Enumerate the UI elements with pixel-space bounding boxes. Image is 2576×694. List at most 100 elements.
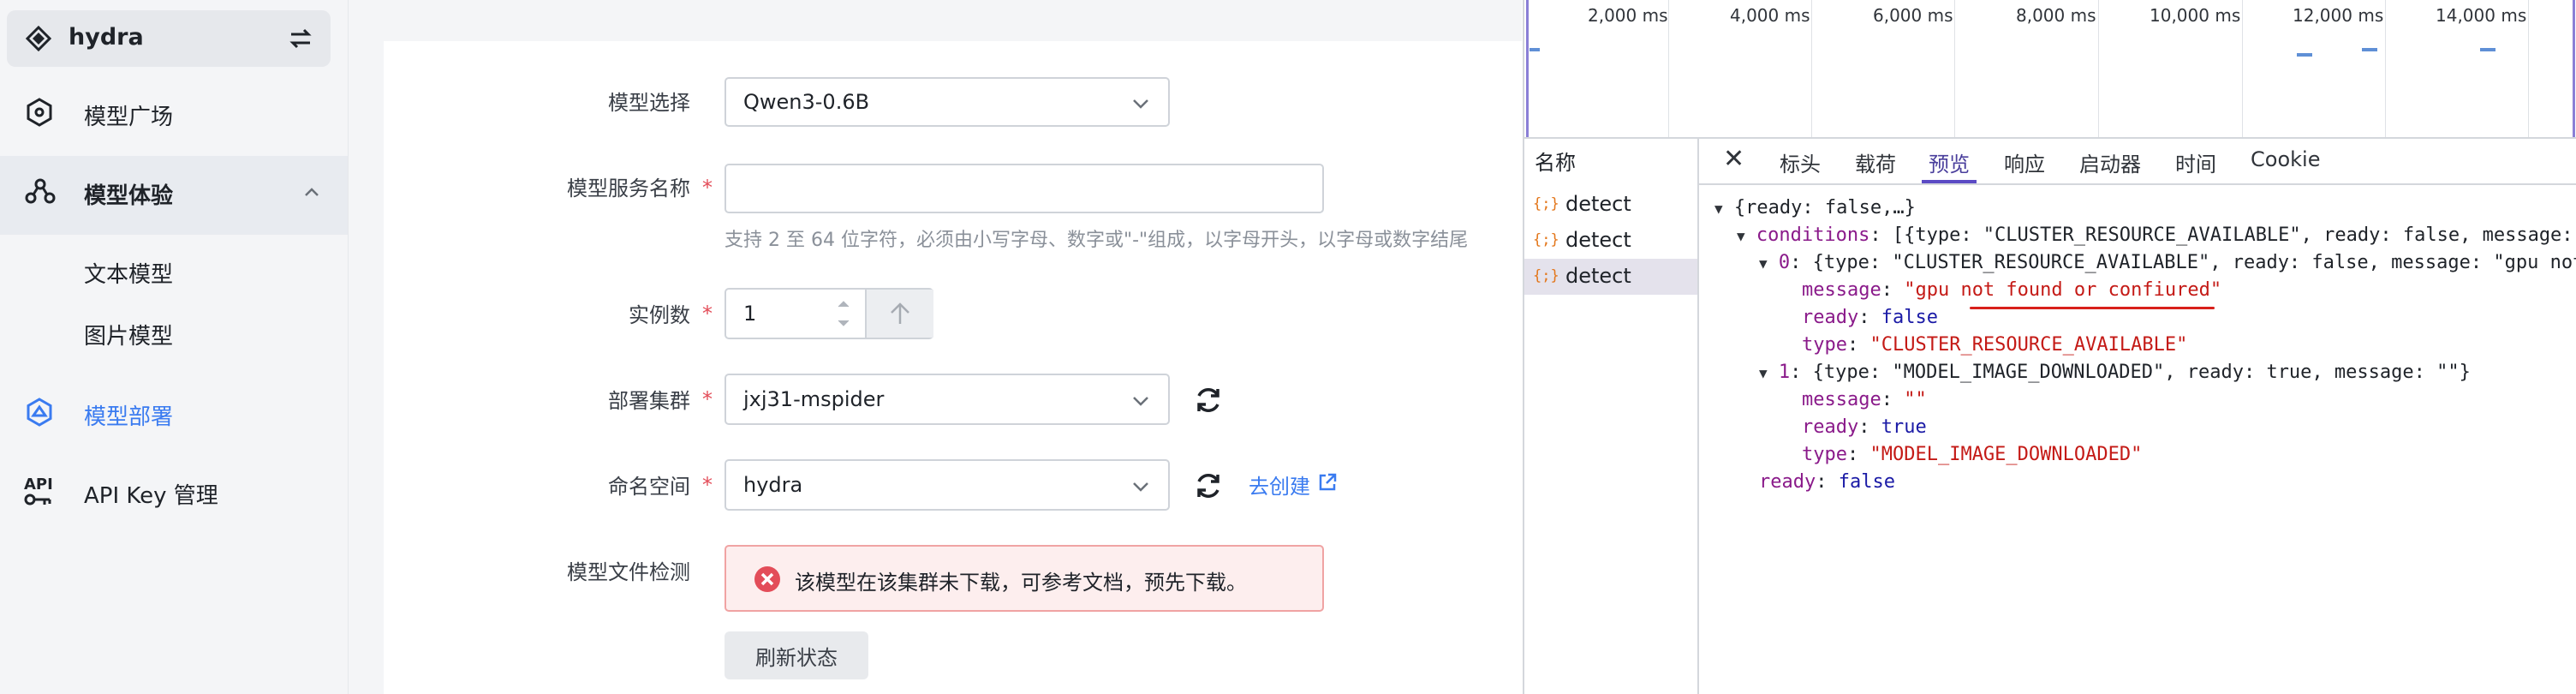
model-not-downloaded-alert: 该模型在该集群未下载，可参考文档，预先下载。 xyxy=(724,545,1324,612)
model-select-value: Qwen3-0.6B xyxy=(743,90,870,114)
tab-cookie[interactable]: Cookie xyxy=(2251,147,2320,171)
instances-label: 实例数 xyxy=(629,303,690,327)
create-namespace-link[interactable]: 去创建 xyxy=(1249,470,1338,500)
tree-condition-1[interactable]: ▼ 1: {type: "MODEL_IMAGE_DOWNLOADED", re… xyxy=(1759,362,2471,383)
sidebar: hydra 模型广场 模型体验 文本模型 图片模型 模型部署 API API K xyxy=(0,0,349,694)
sidebar-item-api-key[interactable]: API API Key 管理 xyxy=(0,473,348,514)
sidebar-item-model-experience[interactable]: 模型体验 xyxy=(0,173,348,214)
json-preview-tree: ▼ {ready: false,…} ▼ conditions: [{type:… xyxy=(1699,185,2576,694)
service-name-label: 模型服务名称 xyxy=(567,176,690,200)
tab-timing[interactable]: 时间 xyxy=(2175,147,2216,177)
name-column-header[interactable]: 名称 xyxy=(1535,146,1576,176)
tree-condition-0-message: message: "gpu not found or confiured" xyxy=(1802,279,2222,301)
sidebar-item-model-deploy[interactable]: 模型部署 xyxy=(0,394,348,435)
swap-icon[interactable] xyxy=(286,24,315,57)
request-row-selected[interactable]: {;} detect xyxy=(1524,259,1697,295)
timeline-tick-label: 4,000 ms xyxy=(1730,5,1810,26)
error-circle-icon xyxy=(754,565,781,596)
sidebar-item-label: 模型广场 xyxy=(84,104,174,130)
chevron-down-icon xyxy=(1132,473,1149,497)
expand-triangle-icon: ▼ xyxy=(1714,200,1723,217)
tree-condition-1-ready: ready: true xyxy=(1802,416,1927,438)
request-row[interactable]: {;} detect xyxy=(1524,223,1697,259)
json-icon: {;} xyxy=(1533,231,1559,248)
external-link-icon xyxy=(1317,472,1338,498)
required-mark: * xyxy=(702,176,713,200)
json-icon: {;} xyxy=(1533,195,1559,212)
sidebar-item-text-model[interactable]: 文本模型 xyxy=(84,257,173,289)
instances-stepper[interactable]: 1 xyxy=(724,288,933,339)
devtools-panel: 2,000 ms 4,000 ms 6,000 ms 8,000 ms 10,0… xyxy=(1523,0,2576,694)
service-name-input[interactable] xyxy=(724,164,1324,213)
timeline-request-bar xyxy=(1530,48,1540,51)
timeline-tick-label: 2,000 ms xyxy=(1588,5,1668,26)
tree-root[interactable]: ▼ {ready: false,…} xyxy=(1714,197,1916,218)
instances-value: 1 xyxy=(743,302,757,326)
required-mark: * xyxy=(702,302,713,326)
refresh-cluster-icon[interactable] xyxy=(1192,384,1225,420)
active-tab-indicator xyxy=(1922,180,1977,183)
request-detail-tabs: ✕ 标头 载荷 预览 响应 启动器 时间 Cookie xyxy=(1699,139,2576,185)
json-icon: {;} xyxy=(1533,267,1559,284)
expand-triangle-icon: ▼ xyxy=(1759,255,1768,272)
service-name-hint: 支持 2 至 64 位字符，必须由小写字母、数字或"-"组成，以字母开头，以字母… xyxy=(724,230,1469,251)
timeline-tick-label: 12,000 ms xyxy=(2293,5,2384,26)
timeline-end-marker xyxy=(2573,0,2575,137)
tab-response[interactable]: 响应 xyxy=(2004,147,2045,177)
increment-button[interactable] xyxy=(865,290,933,338)
sidebar-item-model-plaza[interactable]: 模型广场 xyxy=(0,94,348,135)
chevron-down-icon xyxy=(1132,387,1149,411)
request-row[interactable]: {;} detect xyxy=(1524,187,1697,223)
chevron-up-icon[interactable] xyxy=(301,182,322,208)
stepper-arrows[interactable] xyxy=(832,293,855,334)
tab-preview[interactable]: 预览 xyxy=(1929,147,1970,177)
sidebar-item-label: API Key 管理 xyxy=(84,482,218,509)
app-name: hydra xyxy=(69,24,144,51)
tree-ready: ready: false xyxy=(1759,471,1895,493)
tree-conditions[interactable]: ▼ conditions: [{type: "CLUSTER_RESOURCE_… xyxy=(1737,224,2576,246)
timeline-tick-label: 6,000 ms xyxy=(1873,5,1953,26)
model-experience-icon xyxy=(24,176,57,212)
timeline-request-bar xyxy=(2480,48,2496,51)
file-check-label: 模型文件检测 xyxy=(567,560,690,584)
timeline-request-bar xyxy=(2297,53,2312,57)
timeline-start-marker xyxy=(1526,0,1529,137)
deploy-icon xyxy=(24,397,55,434)
refresh-status-button[interactable]: 刷新状态 xyxy=(724,631,868,679)
namespace-select[interactable]: hydra xyxy=(724,459,1170,511)
hexagon-icon xyxy=(24,97,55,134)
tree-condition-0[interactable]: ▼ 0: {type: "CLUSTER_RESOURCE_AVAILABLE"… xyxy=(1759,252,2576,273)
request-list: 名称 {;} detect {;} detect {;} detect xyxy=(1524,139,1699,694)
app-switcher[interactable]: hydra xyxy=(7,10,331,67)
api-key-icon: API xyxy=(24,477,53,510)
namespace-select-value: hydra xyxy=(743,473,803,497)
tree-condition-0-ready: ready: false xyxy=(1802,307,1938,328)
hydra-logo-icon xyxy=(25,25,52,55)
annotation-underline xyxy=(1970,307,2215,309)
tree-condition-0-type: type: "CLUSTER_RESOURCE_AVAILABLE" xyxy=(1802,334,2188,356)
model-select[interactable]: Qwen3-0.6B xyxy=(724,77,1170,127)
refresh-namespace-icon[interactable] xyxy=(1192,470,1225,506)
tab-payload[interactable]: 载荷 xyxy=(1855,147,1896,177)
tree-condition-1-message: message: "" xyxy=(1802,389,1927,410)
tab-headers[interactable]: 标头 xyxy=(1780,147,1821,177)
timeline-tick-label: 10,000 ms xyxy=(2150,5,2241,26)
network-timeline[interactable]: 2,000 ms 4,000 ms 6,000 ms 8,000 ms 10,0… xyxy=(1524,0,2576,139)
timeline-tick-label: 8,000 ms xyxy=(2016,5,2096,26)
required-mark: * xyxy=(702,387,713,411)
required-mark: * xyxy=(702,473,713,497)
close-icon[interactable]: ✕ xyxy=(1723,144,1744,174)
sidebar-item-image-model[interactable]: 图片模型 xyxy=(84,319,173,350)
timeline-tick-label: 14,000 ms xyxy=(2436,5,2527,26)
tab-initiator[interactable]: 启动器 xyxy=(2079,147,2141,177)
expand-triangle-icon: ▼ xyxy=(1759,365,1768,381)
namespace-label: 命名空间 xyxy=(608,475,690,499)
sidebar-item-label: 模型部署 xyxy=(84,404,174,430)
cluster-select[interactable]: jxj31-mspider xyxy=(724,374,1170,425)
arrow-up-icon xyxy=(889,302,911,331)
cluster-select-value: jxj31-mspider xyxy=(743,387,885,411)
alert-message: 该模型在该集群未下载，可参考文档，预先下载。 xyxy=(795,571,1247,595)
tree-condition-1-type: type: "MODEL_IMAGE_DOWNLOADED" xyxy=(1802,444,2143,465)
sidebar-item-label: 模型体验 xyxy=(84,182,174,209)
cluster-label: 部署集群 xyxy=(608,389,690,413)
